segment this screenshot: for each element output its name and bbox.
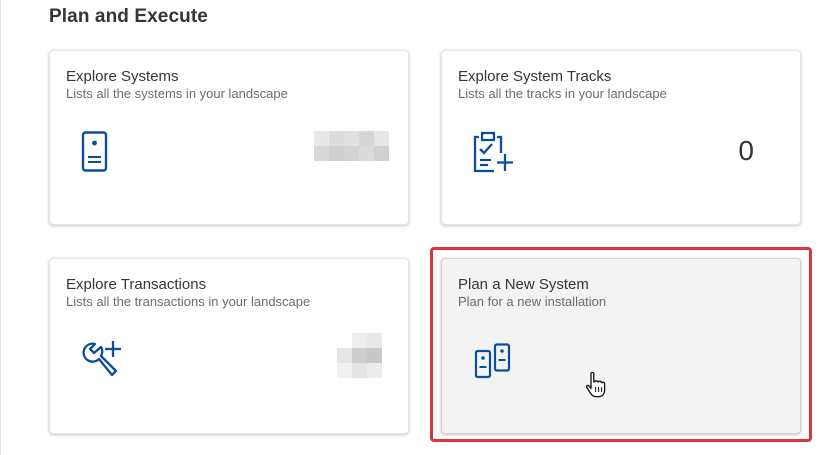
obscured-count xyxy=(314,131,389,161)
tile-title: Explore Transactions xyxy=(66,276,207,293)
tile-count: 0 xyxy=(738,135,754,166)
tile-title: Explore System Tracks xyxy=(458,68,612,85)
tile-title: Plan a New System xyxy=(458,276,589,293)
system-device-icon xyxy=(81,131,108,172)
tile-subtitle: Lists all the systems in your landscape xyxy=(66,86,288,101)
tile-subtitle: Plan for a new installation xyxy=(458,294,607,309)
tile-title: Explore Systems xyxy=(66,68,179,85)
tile-subtitle: Lists all the tracks in your landscape xyxy=(458,86,667,101)
clipboard-check-add-icon xyxy=(473,131,513,173)
tile-explore-system-tracks[interactable]: Explore System Tracks Lists all the trac… xyxy=(441,50,801,225)
hand-pointer-icon xyxy=(585,371,606,398)
tile-plan-new-system[interactable]: Plan a New System Plan for a new install… xyxy=(441,258,801,434)
tile-subtitle: Lists all the transactions in your lands… xyxy=(66,294,311,309)
tile-explore-transactions[interactable]: Explore Transactions Lists all the trans… xyxy=(49,258,409,434)
obscured-count xyxy=(337,333,382,378)
dual-system-icon xyxy=(474,343,511,379)
page-left-border xyxy=(0,0,1,455)
wrench-add-icon xyxy=(82,341,121,377)
section-title: Plan and Execute xyxy=(49,6,208,27)
tile-explore-systems[interactable]: Explore Systems Lists all the systems in… xyxy=(49,50,409,225)
